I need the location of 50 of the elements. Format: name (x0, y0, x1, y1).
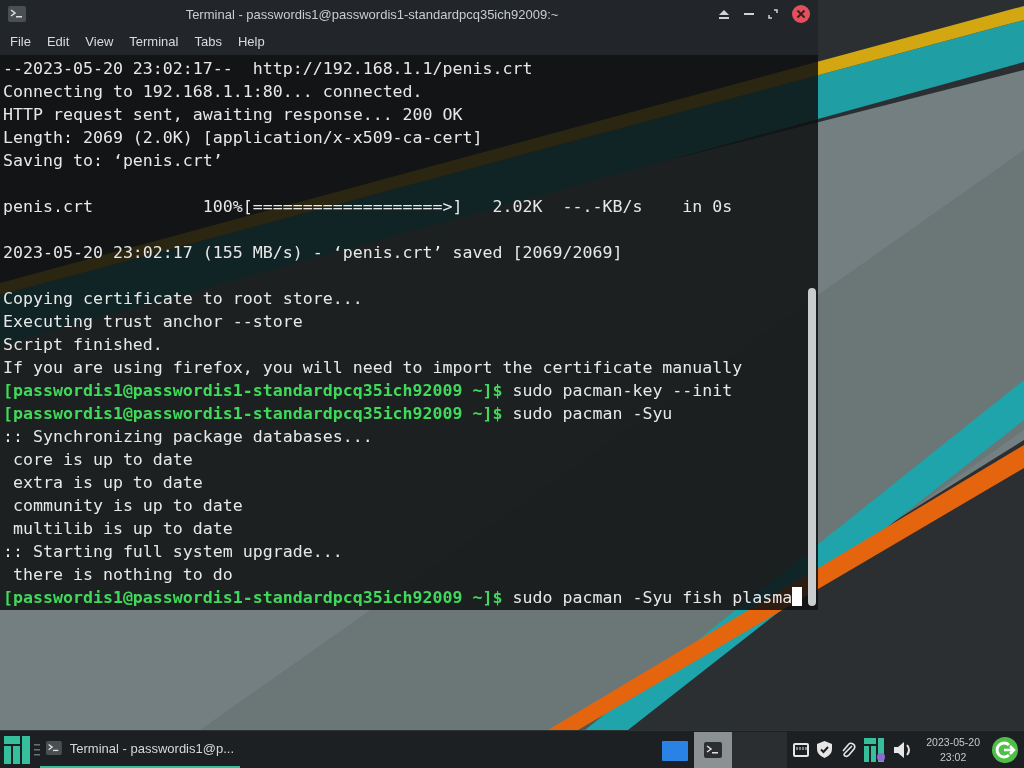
update-manager-icon[interactable] (864, 737, 887, 762)
terminal-line: Connecting to 192.168.1.1:80... connected. (3, 81, 424, 103)
terminal-line: extra is up to date (12, 472, 204, 494)
network-icon[interactable] (793, 742, 810, 757)
terminal-icon (46, 740, 62, 756)
terminal-line: Copying certificate to root store... (3, 288, 364, 310)
logout-icon[interactable] (992, 736, 1018, 763)
shield-check-icon[interactable] (817, 741, 833, 758)
menu-item[interactable]: Tabs (186, 34, 230, 49)
paperclip-icon[interactable] (840, 740, 857, 759)
minimize-button[interactable] (744, 12, 754, 16)
shell-prompt: [passwordis1@passwordis1-standardpcq35ich92009 ~]$ (3, 404, 503, 423)
terminal-line: :: Starting full system upgrade... (3, 541, 344, 563)
shell-prompt: [passwordis1@passwordis1-standardpcq35ich92009 ~]$ (3, 381, 503, 400)
menu-item[interactable]: Terminal (121, 34, 187, 49)
terminal-line: :: Synchronizing package databases... (3, 426, 374, 448)
clock-time: 23:02 (940, 749, 967, 765)
menu-item[interactable]: Edit (38, 34, 78, 49)
close-button[interactable] (792, 5, 810, 23)
terminal-line: Length: 2069 (2.0K) [application/x-x509-ca-cert] (3, 127, 484, 149)
logo-icon (4, 735, 30, 764)
shell-command: sudo pacman -Syu (512, 404, 673, 423)
terminal-line: multilib is up to date (12, 518, 234, 540)
terminal-line: Executing trust anchor --store (3, 311, 304, 333)
taskbar-button[interactable]: Terminal - passwordis1@p... (40, 730, 240, 768)
terminal-line: penis.crt 100%[===================>] 2.02K --.-KB/s in 0s (3, 196, 734, 218)
clock-date: 2023-05-20 (926, 734, 980, 750)
menu-item[interactable]: File (2, 34, 39, 49)
terminal-line: 2023-05-20 23:02:17 (155 MB/s) - ‘penis.crt’ saved [2069/2069] (3, 242, 624, 264)
shade-button[interactable] (718, 9, 730, 19)
terminal-line: If you are using firefox, you will need to import the certificate manually (3, 357, 744, 379)
terminal-line: Saving to: ‘penis.crt’ (3, 150, 224, 172)
workspace-button[interactable] (694, 731, 733, 768)
terminal-icon (704, 741, 723, 758)
terminal-line: Script finished. (3, 334, 164, 356)
shell-command: sudo pacman -Syu fish plasma (512, 588, 793, 607)
terminal-line: community is up to date (12, 495, 244, 517)
terminal-icon (8, 6, 26, 22)
terminal-line: there is nothing to do (12, 564, 234, 586)
show-desktop-icon[interactable] (662, 738, 689, 761)
window-title: Terminal - passwordis1@passwordis1-standardpcq35ich92009:~ (184, 6, 560, 22)
menu-item[interactable]: Help (229, 34, 273, 49)
handle-icon[interactable] (34, 742, 40, 757)
terminal-line: HTTP request sent, awaiting response... 200 OK (3, 104, 464, 126)
terminal-line: --2023-05-20 23:02:17-- http://192.168.1.1/penis.crt (3, 58, 534, 80)
terminal-line: core is up to date (12, 449, 194, 471)
menu-item[interactable]: View (77, 34, 122, 49)
shell-prompt: [passwordis1@passwordis1-standardpcq35ich92009 ~]$ (3, 588, 503, 607)
shell-command: sudo pacman-key --init (512, 381, 733, 400)
maximize-button[interactable] (768, 9, 778, 19)
